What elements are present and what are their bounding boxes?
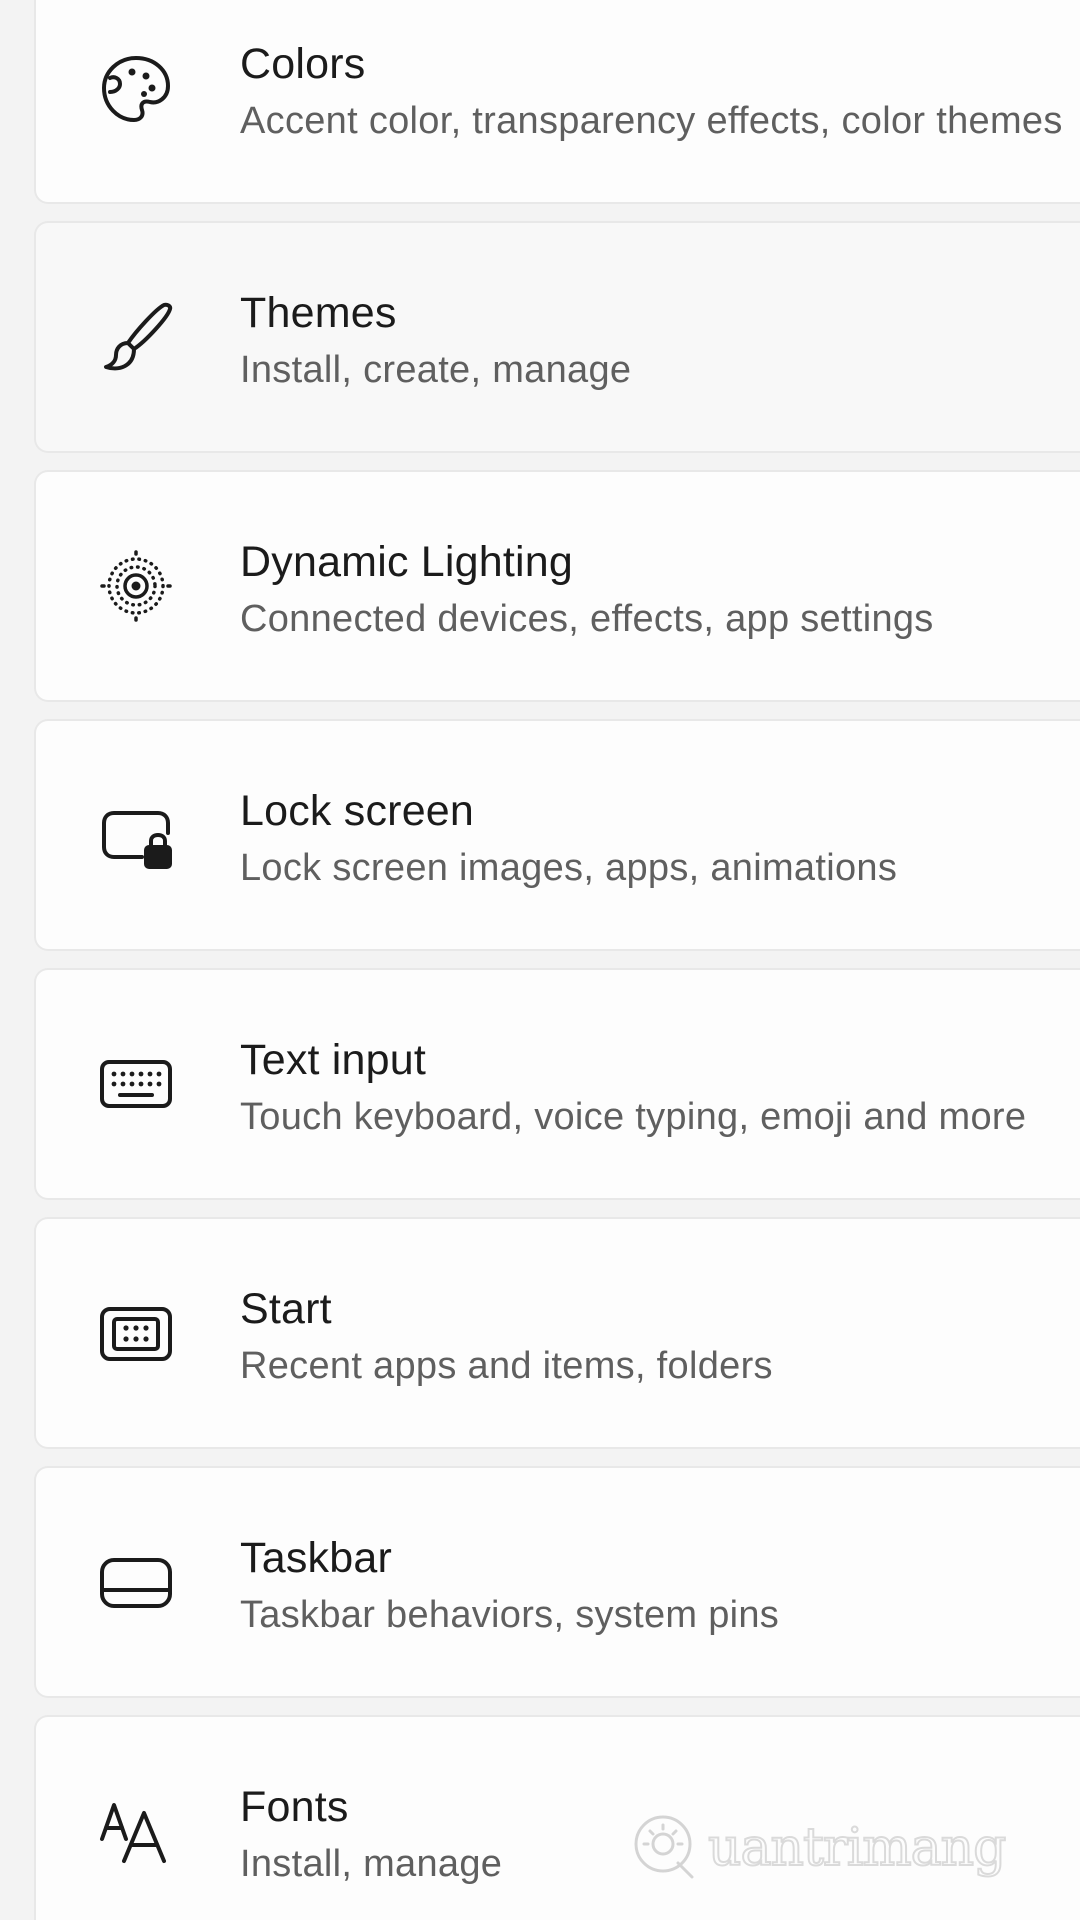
dynamic-lighting-icon: [96, 546, 176, 626]
settings-item-title: Themes: [240, 289, 397, 337]
start-icon: [96, 1293, 176, 1373]
settings-item-text-input[interactable]: Text input Touch keyboard, voice typing,…: [34, 968, 1080, 1200]
settings-item-title: Text input: [240, 1036, 427, 1084]
settings-item-subtitle: Install, manage: [240, 1843, 503, 1885]
settings-item-subtitle: Taskbar behaviors, system pins: [240, 1594, 780, 1636]
settings-item-subtitle: Accent color, transparency effects, colo…: [240, 100, 1063, 142]
keyboard-icon: [96, 1044, 176, 1124]
settings-item-title: Fonts: [240, 1783, 349, 1831]
settings-item-colors[interactable]: Colors Accent color, transparency effect…: [34, 0, 1080, 204]
settings-item-title: Lock screen: [240, 787, 475, 835]
settings-item-subtitle: Touch keyboard, voice typing, emoji and …: [240, 1096, 1027, 1138]
watermark-logo-icon: [630, 1811, 700, 1886]
palette-icon: [96, 48, 176, 128]
settings-item-title: Taskbar: [240, 1534, 392, 1582]
settings-item-themes[interactable]: Themes Install, create, manage: [34, 221, 1080, 453]
settings-item-subtitle: Recent apps and items, folders: [240, 1345, 773, 1387]
watermark-text: uantrimang: [707, 1817, 1007, 1879]
fonts-icon: [96, 1791, 176, 1871]
brush-icon: [96, 297, 176, 377]
taskbar-icon: [96, 1542, 176, 1622]
settings-item-subtitle: Lock screen images, apps, animations: [240, 847, 898, 889]
settings-item-start[interactable]: Start Recent apps and items, folders: [34, 1217, 1080, 1449]
personalization-settings-list: Colors Accent color, transparency effect…: [34, 0, 1080, 1920]
lock-screen-icon: [96, 795, 176, 875]
settings-item-subtitle: Connected devices, effects, app settings: [240, 598, 934, 640]
watermark: uantrimang: [630, 1808, 1007, 1888]
settings-item-subtitle: Install, create, manage: [240, 349, 632, 391]
settings-item-title: Colors: [240, 40, 366, 88]
settings-item-dynamic-lighting[interactable]: Dynamic Lighting Connected devices, effe…: [34, 470, 1080, 702]
settings-item-title: Dynamic Lighting: [240, 538, 574, 586]
settings-item-taskbar[interactable]: Taskbar Taskbar behaviors, system pins: [34, 1466, 1080, 1698]
settings-page: Colors Accent color, transparency effect…: [0, 0, 1080, 1920]
settings-item-lock-screen[interactable]: Lock screen Lock screen images, apps, an…: [34, 719, 1080, 951]
settings-item-title: Start: [240, 1285, 332, 1333]
